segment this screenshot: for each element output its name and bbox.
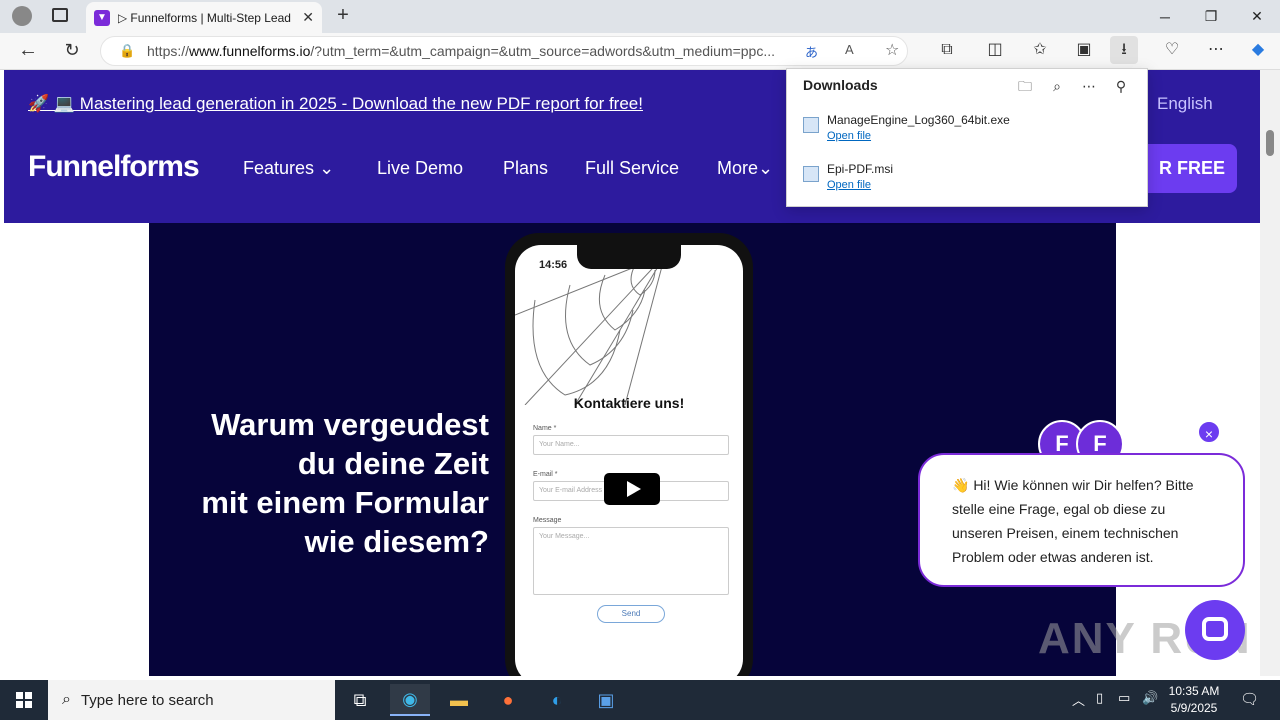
phone-mockup: 14:56 Kontaktiere uns! Name * Your Name.… <box>505 233 753 676</box>
downloads-title: Downloads <box>803 77 878 93</box>
tab-title: ▷ Funnelforms | Multi-Step Lead <box>117 10 291 25</box>
funnelforms-logo[interactable]: Funnelforms <box>28 150 200 184</box>
chat-icon <box>1202 617 1228 641</box>
firefox-icon[interactable]: ● <box>488 684 528 716</box>
tab-funnelforms[interactable]: ▼ ▷ Funnelforms | Multi-Step Lead ✕ <box>86 2 322 33</box>
windows-taskbar: ⌕ Type here to search ⧉ ◉ ▬ ● ◐ ▣ ︿ ▯ ▭ … <box>0 680 1280 720</box>
phone-time: 14:56 <box>539 259 568 271</box>
edge-taskbar-icon[interactable]: ◉ <box>390 684 430 716</box>
profile-icon[interactable] <box>12 6 32 26</box>
minimize-button[interactable]: ─ <box>1142 0 1188 33</box>
extensions-icon[interactable]: ⧉ <box>935 38 959 62</box>
lock-icon[interactable]: 🔒 <box>119 43 135 59</box>
name-input: Your Name... <box>533 435 729 455</box>
windows-logo-icon <box>16 692 32 708</box>
menu-live-demo[interactable]: Live Demo <box>377 158 463 179</box>
refresh-button[interactable]: ↻ <box>60 38 84 62</box>
clock-time: 10:35 AM <box>1168 684 1220 698</box>
open-folder-icon[interactable]: 🗀 <box>1013 74 1037 98</box>
restore-button[interactable]: ❐ <box>1188 0 1234 33</box>
message-label: Message <box>533 517 562 524</box>
contact-form-title: Kontaktiere uns! <box>573 395 685 411</box>
menu-full-service[interactable]: Full Service <box>585 158 679 179</box>
download-item[interactable]: Epi-PDF.msi Open file <box>803 162 1133 202</box>
download-filename: ManageEngine_Log360_64bit.exe <box>827 113 1010 127</box>
message-input: Your Message... <box>533 527 729 595</box>
spider-web-illustration <box>515 255 666 405</box>
page-scrollbar[interactable] <box>1260 70 1280 676</box>
video-player[interactable]: Warum vergeudest du deine Zeit mit einem… <box>149 223 1116 676</box>
address-bar[interactable]: 🔒 https://www.funnelforms.io/?utm_term=&… <box>100 36 908 66</box>
download-filename: Epi-PDF.msi <box>827 162 894 176</box>
download-item[interactable]: ManageEngine_Log360_64bit.exe Open file <box>803 113 1133 153</box>
settings-more-icon[interactable]: ⋯ <box>1204 38 1228 62</box>
edge-icon[interactable]: ◐ <box>537 684 577 716</box>
open-file-link[interactable]: Open file <box>827 130 871 142</box>
read-aloud-icon[interactable]: A <box>845 42 854 57</box>
send-button: Send <box>597 605 665 623</box>
browser-tab-strip: ▼ ▷ Funnelforms | Multi-Step Lead ✕ + ─ … <box>0 0 1280 33</box>
back-button[interactable]: ← <box>16 38 40 62</box>
device-icon[interactable]: ▯ <box>1096 690 1103 706</box>
copilot-icon[interactable]: ◆ <box>1246 38 1270 62</box>
close-window-button[interactable]: ✕ <box>1234 0 1280 33</box>
email-label: E-mail * <box>533 471 558 478</box>
phone-screen: 14:56 Kontaktiere uns! Name * Your Name.… <box>515 245 743 676</box>
chat-close-button[interactable]: × <box>1197 420 1221 444</box>
clock-date: 5/9/2025 <box>1170 701 1218 715</box>
collections-icon[interactable]: ▣ <box>1072 38 1096 62</box>
chevron-down-icon: ⌄ <box>319 158 335 178</box>
exe-file-icon <box>803 117 819 133</box>
name-label: Name * <box>533 425 557 432</box>
search-downloads-icon[interactable]: ⌕ <box>1045 74 1069 98</box>
network-icon[interactable]: ▭ <box>1118 690 1130 706</box>
search-icon: ⌕ <box>62 691 71 708</box>
browser-essentials-icon[interactable]: ♡ <box>1160 38 1184 62</box>
tab-actions-icon[interactable] <box>52 8 68 22</box>
volume-icon[interactable]: 🔊 <box>1142 690 1158 706</box>
taskbar-search[interactable]: ⌕ Type here to search <box>48 680 335 720</box>
chevron-down-icon: ⌄ <box>758 158 774 178</box>
downloads-icon[interactable]: ⭳ <box>1110 36 1138 64</box>
url-text: https://www.funnelforms.io/?utm_term=&ut… <box>147 43 775 59</box>
split-screen-icon[interactable]: ◫ <box>983 38 1007 62</box>
play-button[interactable] <box>604 473 660 505</box>
notifications-icon[interactable]: 🗨 <box>1240 690 1259 708</box>
scrollbar-thumb[interactable] <box>1266 130 1274 156</box>
browser-toolbar: ← ↻ 🔒 https://www.funnelforms.io/?utm_te… <box>0 33 1280 70</box>
taskbar-clock[interactable]: 10:35 AM 5/9/2025 <box>1160 683 1228 717</box>
phone-notch <box>577 245 681 269</box>
video-headline: Warum vergeudest du deine Zeit mit einem… <box>201 407 489 559</box>
chat-launcher-button[interactable] <box>1185 600 1245 660</box>
msi-file-icon <box>803 166 819 182</box>
open-file-link[interactable]: Open file <box>827 179 871 191</box>
funnelforms-favicon-icon: ▼ <box>94 9 110 26</box>
play-icon <box>627 481 641 497</box>
translate-icon[interactable]: あ <box>805 42 818 61</box>
installer-icon[interactable]: ▣ <box>586 684 626 716</box>
new-tab-button[interactable]: + <box>332 4 354 26</box>
pin-icon[interactable]: ⚲ <box>1109 74 1133 98</box>
favorite-star-icon[interactable]: ☆ <box>885 40 899 60</box>
tab-close-icon[interactable]: ✕ <box>302 9 314 26</box>
task-view-icon[interactable]: ⧉ <box>340 684 380 716</box>
file-explorer-icon[interactable]: ▬ <box>439 684 479 716</box>
show-hidden-icons[interactable]: ︿ <box>1072 690 1085 709</box>
downloads-panel: Downloads 🗀 ⌕ ⋯ ⚲ ManageEngine_Log360_64… <box>786 68 1148 207</box>
menu-plans[interactable]: Plans <box>503 158 548 179</box>
language-selector[interactable]: English <box>1157 94 1213 114</box>
promo-banner-link[interactable]: 🚀 💻 Mastering lead generation in 2025 - … <box>28 94 643 114</box>
menu-more[interactable]: More⌄ <box>717 158 773 179</box>
more-options-icon[interactable]: ⋯ <box>1077 74 1101 98</box>
favorites-icon[interactable]: ✩ <box>1028 38 1052 62</box>
search-placeholder: Type here to search <box>80 691 214 709</box>
start-button[interactable] <box>0 680 48 720</box>
chat-bubble-message[interactable]: 👋 Hi! Wie können wir Dir helfen? Bitte s… <box>918 453 1245 587</box>
menu-features[interactable]: Features ⌄ <box>243 158 334 179</box>
